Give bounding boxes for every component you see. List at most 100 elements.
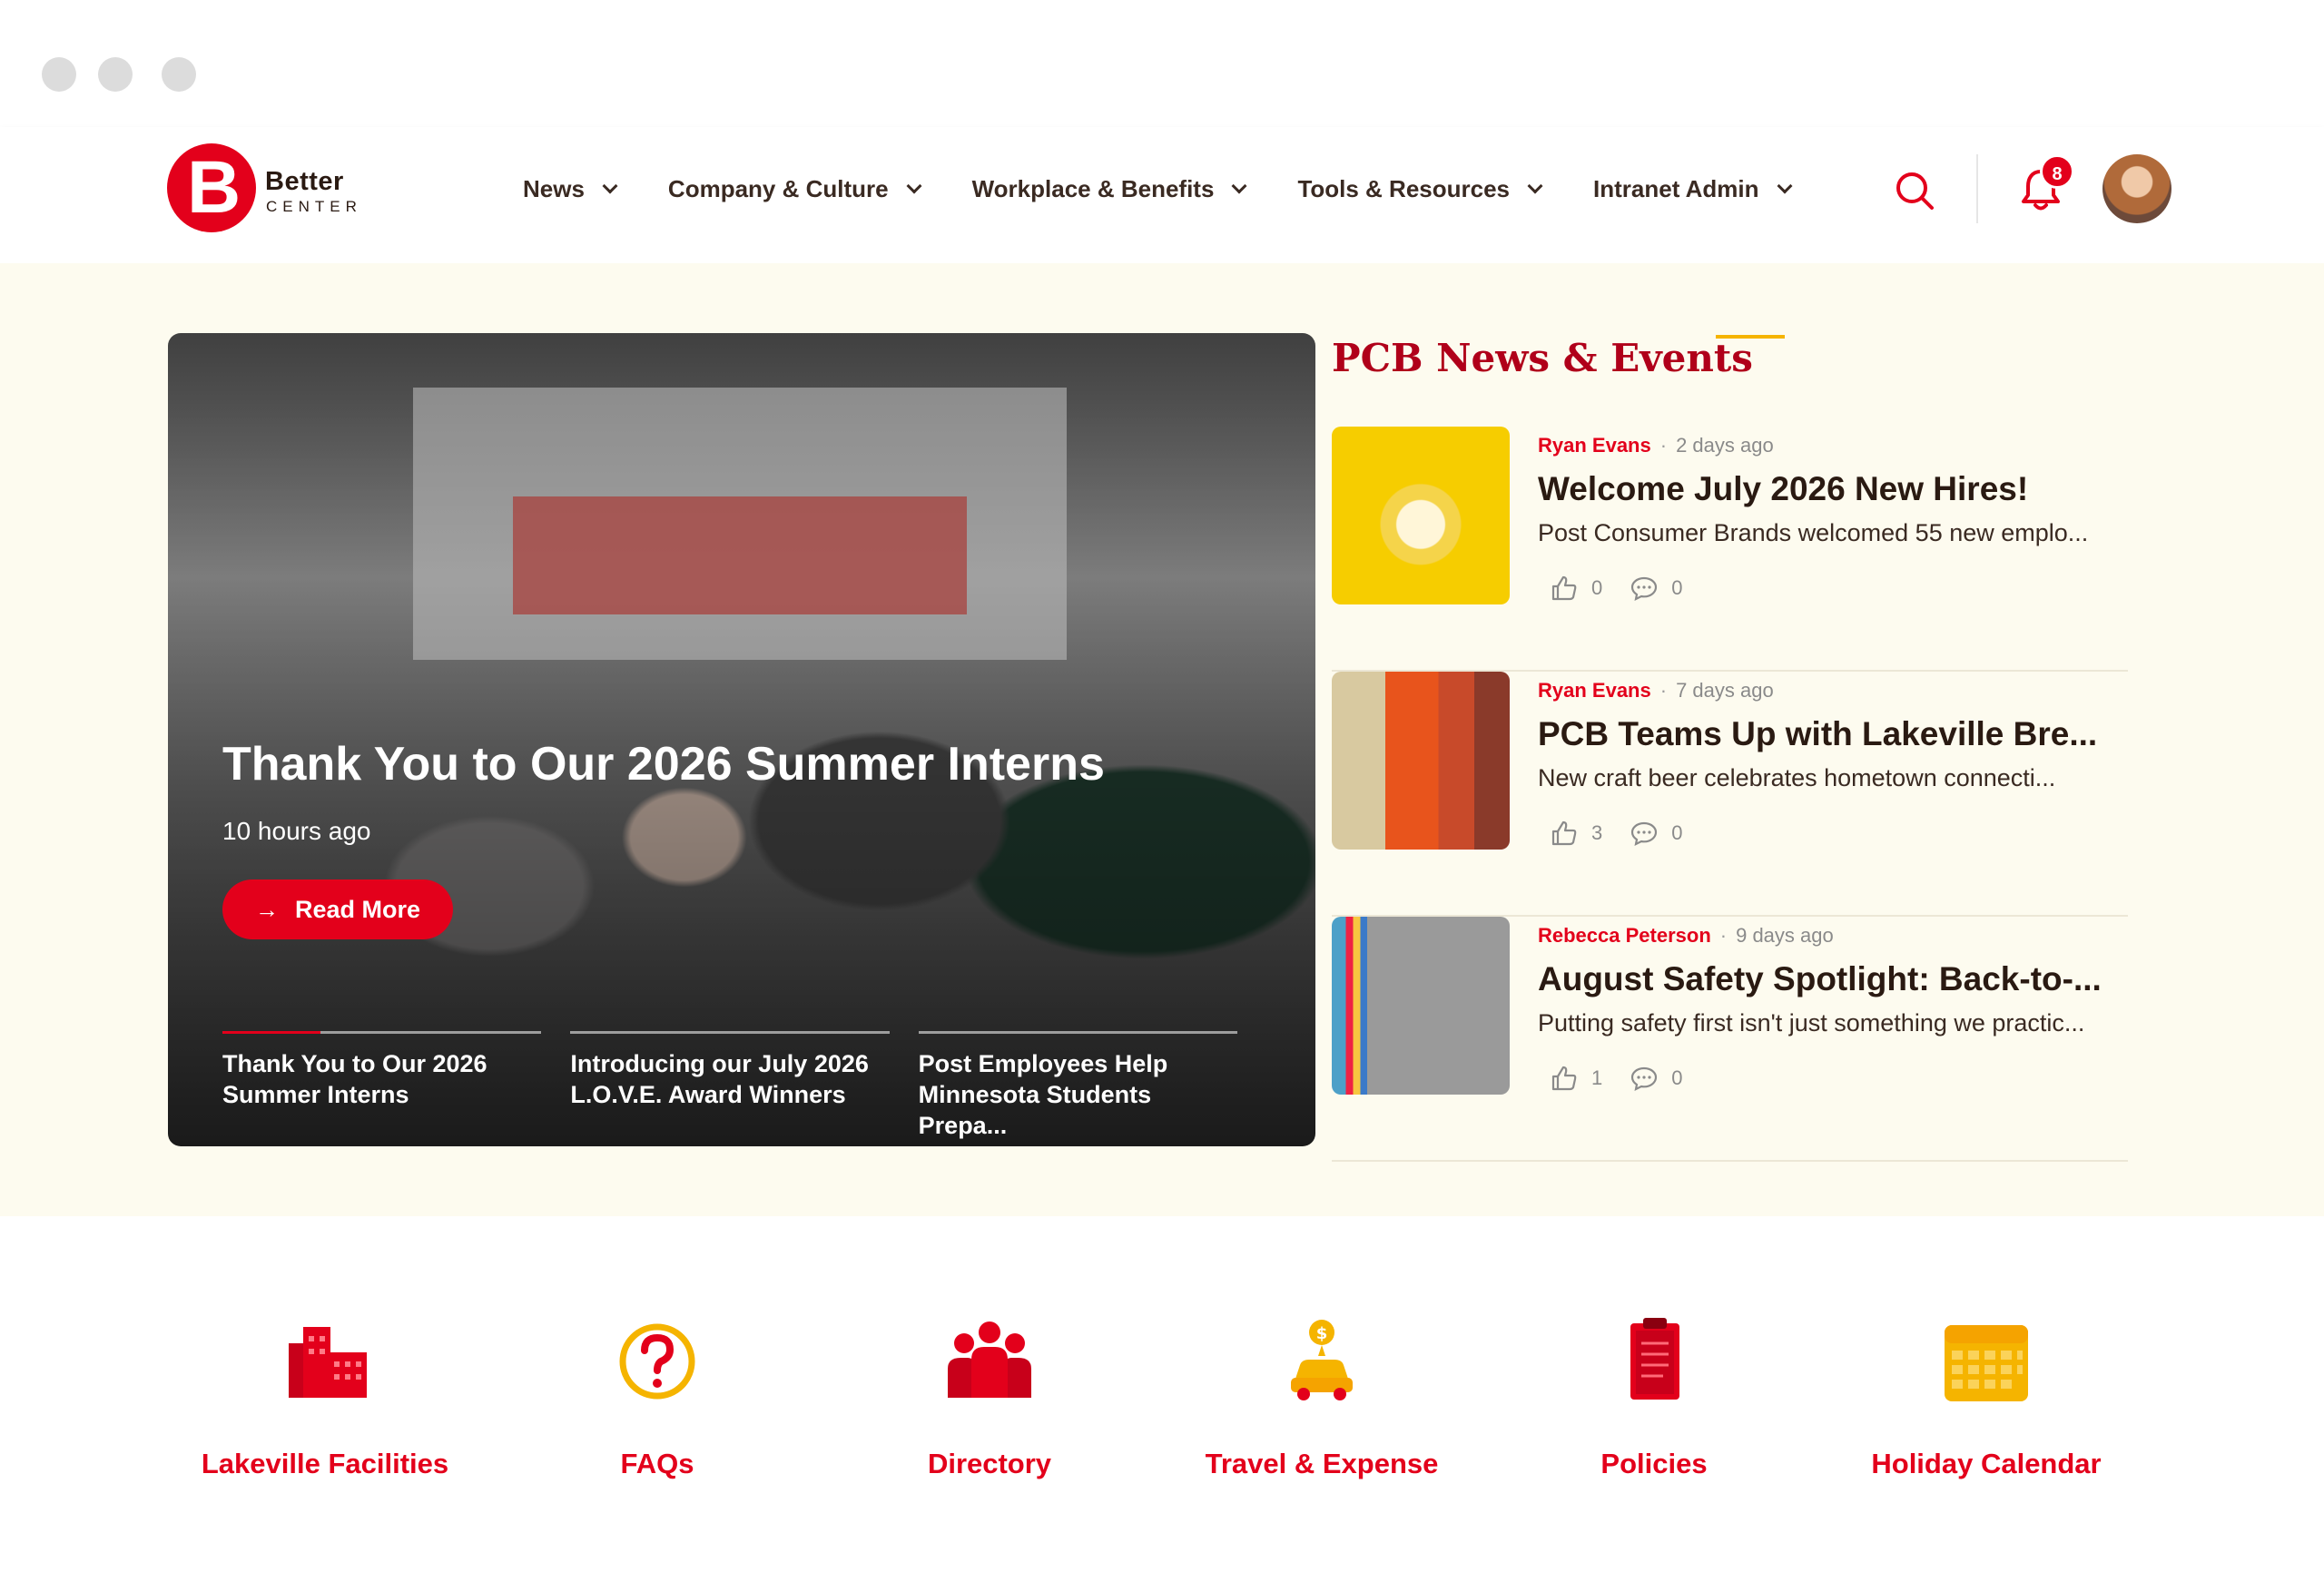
like-count: 3 — [1591, 821, 1603, 844]
carousel-tab-1[interactable]: Thank You to Our 2026 Summer Interns — [222, 1031, 542, 1122]
nav-item-intranet-admin[interactable]: Intranet Admin — [1593, 174, 1793, 203]
quick-link-label: Directory — [927, 1448, 1052, 1479]
quick-link-travel-expense[interactable]: $ Travel & Expense — [1158, 1316, 1485, 1480]
chevron-down-icon — [1777, 178, 1793, 194]
clipboard-icon — [1630, 1318, 1679, 1400]
thumbs-up-icon[interactable] — [1550, 819, 1579, 848]
meta-separator: · — [1719, 924, 1728, 947]
meta-separator: · — [1659, 679, 1668, 702]
quick-link-label: Travel & Expense — [1205, 1448, 1439, 1479]
thumbs-up-icon[interactable] — [1550, 574, 1579, 603]
comment-icon[interactable] — [1630, 819, 1659, 848]
news-item[interactable]: Ryan Evans · 2 days ago Welcome July 2026 … — [1332, 427, 2128, 672]
main-nav: News Company & Culture Workplace & Benef… — [523, 171, 1843, 207]
quick-link-directory[interactable]: Directory — [826, 1316, 1153, 1480]
logo-letter: B — [187, 146, 241, 229]
news-excerpt: Post Consumer Brands welcomed 55 new emp… — [1538, 519, 2089, 546]
carousel-progress — [222, 1031, 320, 1034]
calendar-icon — [1945, 1325, 2028, 1401]
quick-link-policies[interactable]: Policies — [1491, 1316, 1817, 1480]
people-icon — [948, 1321, 1031, 1398]
svg-text:$: $ — [1316, 1324, 1328, 1343]
question-icon — [619, 1323, 695, 1400]
carousel-tab-2[interactable]: Introducing our July 2026 L.O.V.E. Award… — [570, 1031, 890, 1122]
read-more-button[interactable]: → Read More — [222, 879, 453, 939]
quick-link-holiday-calendar[interactable]: Holiday Calendar — [1823, 1316, 2150, 1480]
news-thumbnail[interactable] — [1332, 917, 1510, 1095]
tab-title-line: Minnesota Students Prepa... — [918, 1081, 1152, 1139]
site-header: B Better CENTER News Company & Culture W… — [0, 127, 2324, 263]
window-maximize-dot[interactable] — [162, 57, 196, 92]
news-time: 9 days ago — [1736, 924, 1834, 947]
search-icon[interactable] — [1895, 171, 1935, 211]
news-author[interactable]: Ryan Evans — [1538, 679, 1651, 702]
hero-carousel[interactable]: Thank You to Our 2026 Summer Interns 10 … — [168, 333, 1315, 1146]
nav-label: Company & Culture — [667, 174, 889, 202]
read-more-label: Read More — [294, 895, 421, 923]
comment-icon[interactable] — [1630, 574, 1659, 603]
news-title[interactable]: PCB Teams Up with Lakeville Bre... — [1538, 715, 2128, 753]
user-avatar[interactable] — [2102, 154, 2171, 223]
tab-title-line: L.O.V.E. Award Winners — [570, 1081, 846, 1108]
building-icon — [289, 1327, 367, 1398]
comment-count: 0 — [1671, 1066, 1683, 1089]
like-count: 1 — [1591, 1066, 1603, 1089]
news-thumbnail[interactable] — [1332, 672, 1510, 850]
tab-title-line: Introducing our July 2026 — [570, 1050, 869, 1077]
logo-name: Better — [265, 167, 344, 196]
nav-label: News — [523, 174, 585, 202]
chevron-down-icon — [906, 178, 922, 194]
quick-link-faqs[interactable]: FAQs — [494, 1316, 821, 1480]
meta-separator: · — [1659, 434, 1668, 457]
news-title[interactable]: Welcome July 2026 New Hires! — [1538, 470, 2128, 508]
news-excerpt: Putting safety first isn't just somethin… — [1538, 1009, 2085, 1037]
nav-item-workplace-benefits[interactable]: Workplace & Benefits — [971, 174, 1247, 203]
window-close-dot[interactable] — [42, 57, 76, 92]
quick-link-label: Holiday Calendar — [1871, 1448, 2102, 1479]
hero-title[interactable]: Thank You to Our 2026 Summer Interns — [222, 737, 1105, 791]
news-time: 2 days ago — [1676, 434, 1774, 457]
like-count: 0 — [1591, 576, 1603, 599]
nav-item-tools-resources[interactable]: Tools & Resources — [1297, 174, 1543, 203]
news-item[interactable]: Ryan Evans · 7 days ago PCB Teams Up with … — [1332, 672, 2128, 917]
news-heading: PCB News & Events — [1332, 336, 1753, 380]
news-stats: 3 0 — [1550, 819, 1710, 848]
window-minimize-dot[interactable] — [98, 57, 133, 92]
comment-count: 0 — [1671, 576, 1683, 599]
news-author[interactable]: Ryan Evans — [1538, 434, 1651, 457]
hero-carousel-tabs: Thank You to Our 2026 Summer Interns Int… — [222, 1031, 1266, 1139]
thumbs-up-icon[interactable] — [1550, 1064, 1579, 1093]
chevron-down-icon — [1527, 178, 1543, 194]
quick-link-label: FAQs — [620, 1448, 694, 1479]
logo-subname: CENTER — [266, 198, 362, 215]
hero-photo-banner — [513, 496, 967, 614]
header-divider — [1976, 154, 1978, 223]
news-meta: Ryan Evans · 2 days ago — [1538, 434, 1774, 457]
chevron-down-icon — [602, 178, 618, 194]
carousel-tab-3[interactable]: Post Employees Help Minnesota Students P… — [918, 1031, 1237, 1139]
brand-logo[interactable]: B Better CENTER — [167, 143, 367, 234]
nav-item-company-culture[interactable]: Company & Culture — [667, 174, 922, 203]
news-stats: 1 0 — [1550, 1064, 1710, 1093]
nav-label: Tools & Resources — [1297, 174, 1511, 202]
news-meta: Rebecca Peterson · 9 days ago — [1538, 924, 1834, 948]
nav-label: Intranet Admin — [1593, 174, 1759, 202]
quick-link-label: Lakeville Facilities — [201, 1448, 449, 1479]
news-title[interactable]: August Safety Spotlight: Back-to-... — [1538, 960, 2128, 998]
car-icon: $ — [1291, 1320, 1353, 1400]
quick-link-lakeville-facilities[interactable]: Lakeville Facilities — [162, 1316, 488, 1480]
chevron-down-icon — [1231, 178, 1247, 194]
window-chrome — [0, 0, 2324, 127]
news-stats: 0 0 — [1550, 574, 1710, 603]
news-author[interactable]: Rebecca Peterson — [1538, 924, 1711, 947]
tab-title-line: Thank You to Our 2026 — [222, 1050, 487, 1077]
tab-title-line: Post Employees Help — [918, 1050, 1168, 1077]
quick-links: Lakeville Facilities FAQs Directory $ Tr… — [0, 1316, 2324, 1534]
news-item[interactable]: Rebecca Peterson · 9 days ago August Safet… — [1332, 917, 2128, 1162]
news-time: 7 days ago — [1676, 679, 1774, 702]
nav-label: Workplace & Benefits — [971, 174, 1215, 202]
comment-icon[interactable] — [1630, 1064, 1659, 1093]
news-excerpt: New craft beer celebrates hometown conne… — [1538, 764, 2056, 791]
nav-item-news[interactable]: News — [523, 174, 618, 203]
news-thumbnail[interactable] — [1332, 427, 1510, 604]
